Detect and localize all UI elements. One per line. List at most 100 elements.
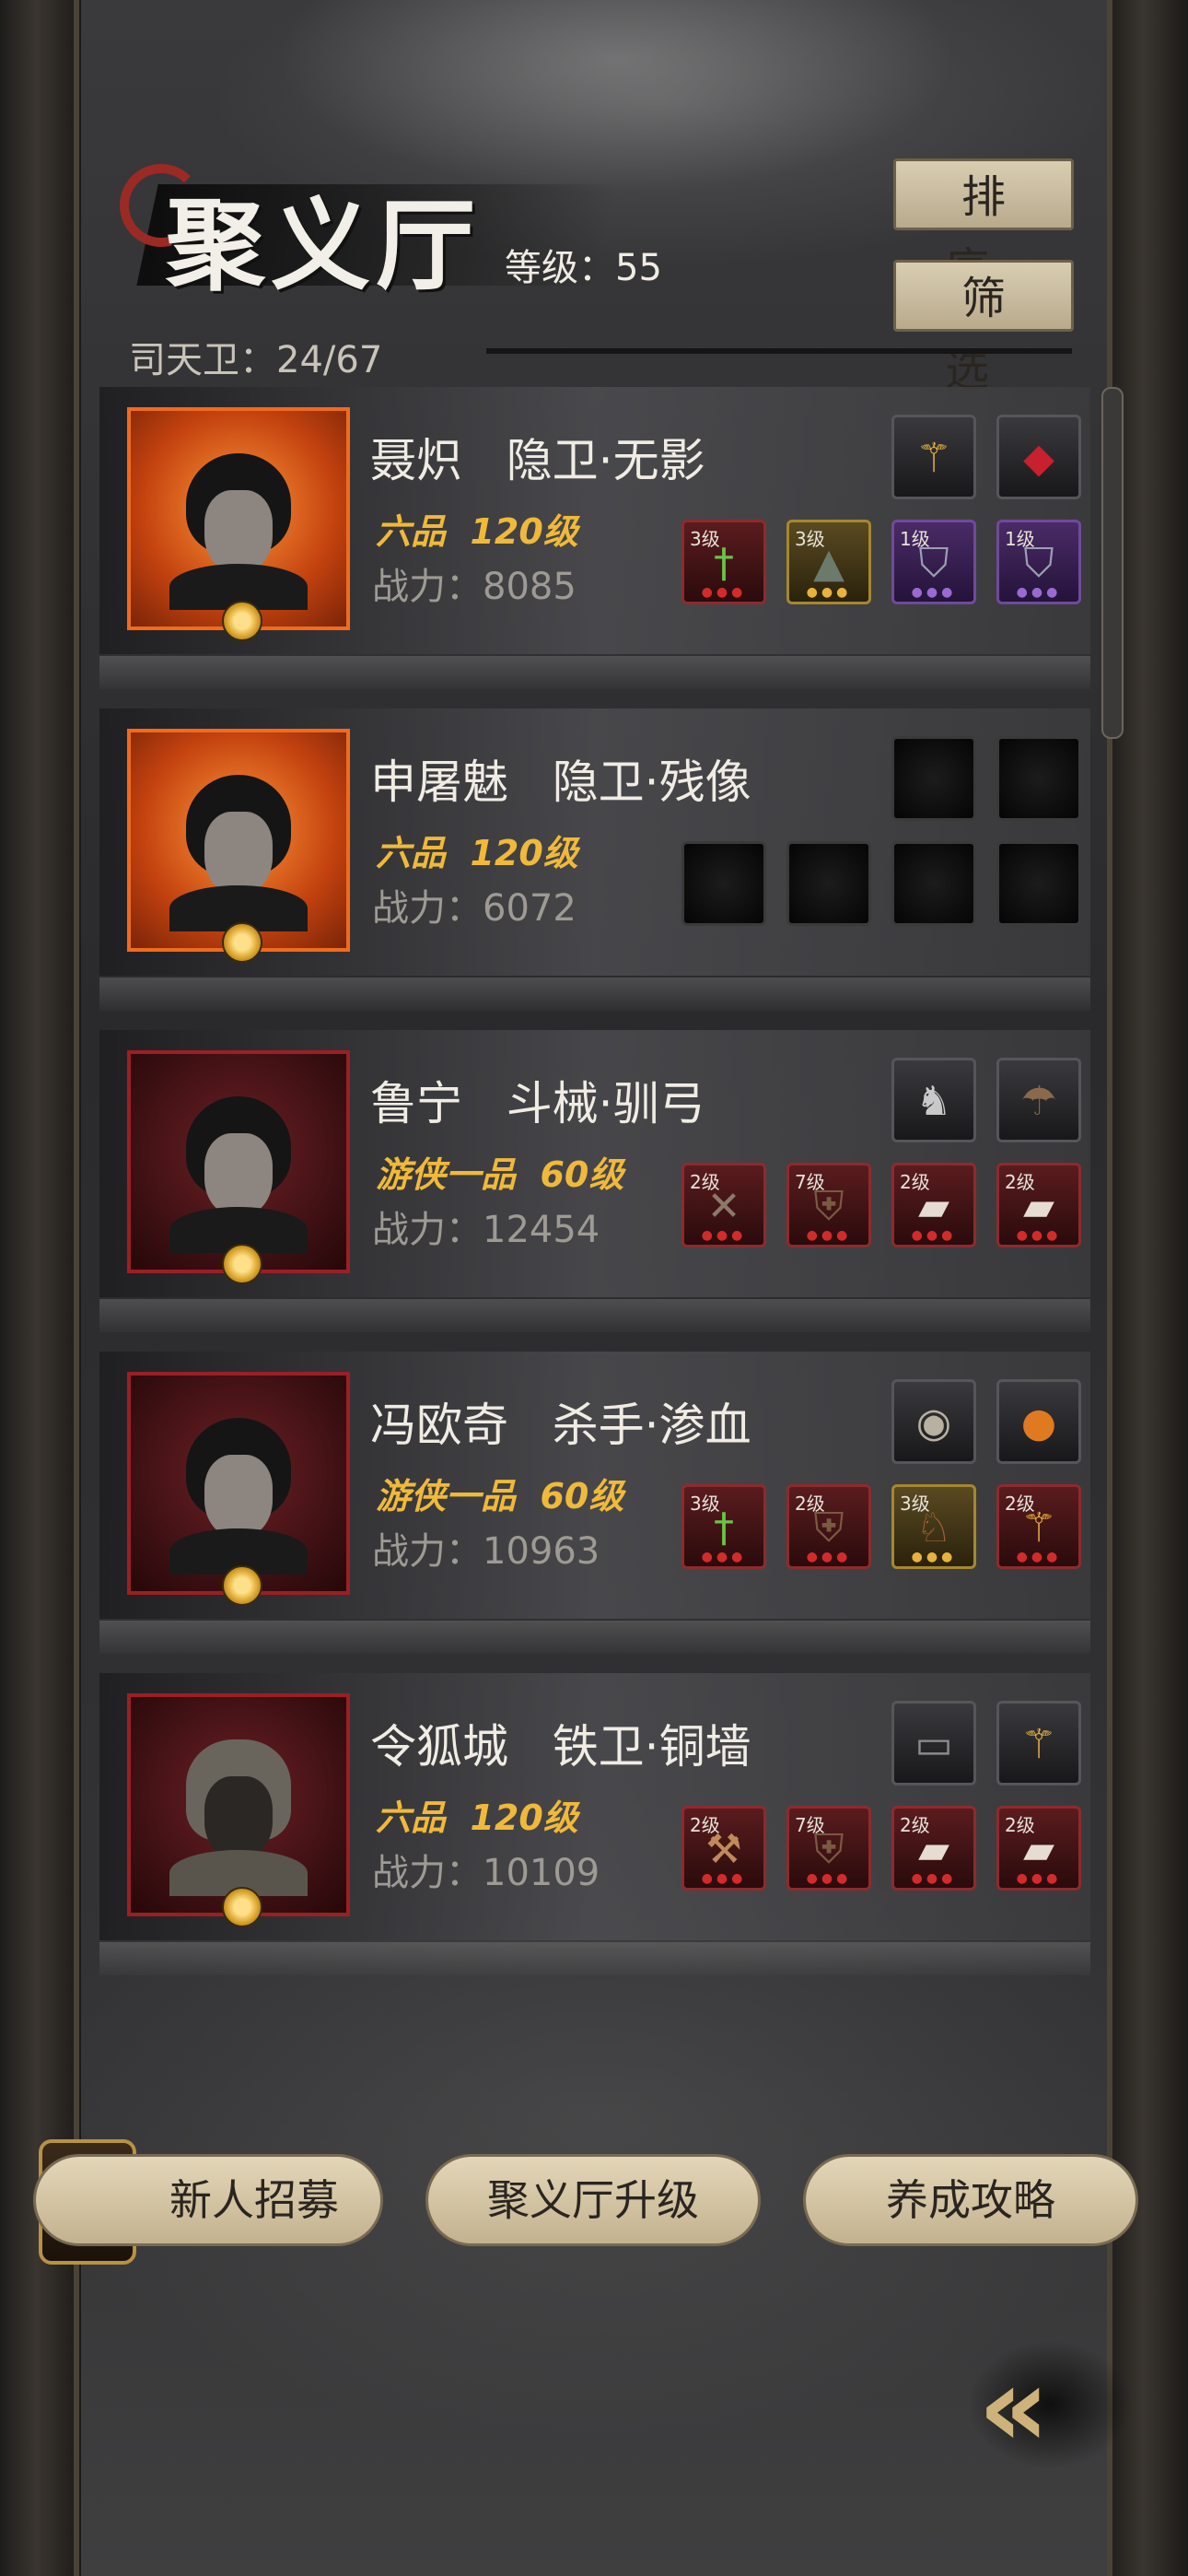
accessory-slot[interactable]: ⚚ xyxy=(996,1701,1081,1786)
crossbow-icon: ✕ xyxy=(706,1182,741,1230)
hero-name-line: 鲁宁 斗械·驯弓 xyxy=(370,1067,705,1133)
empty-equipment-slot[interactable] xyxy=(786,841,871,926)
accessory-slot[interactable]: ● xyxy=(996,1379,1081,1464)
armor-icon: ⛨ xyxy=(813,1504,844,1551)
hero-rank-line: 六品 120级 xyxy=(376,825,578,875)
hero-portrait[interactable] xyxy=(127,1372,350,1595)
star-dots-icon: ●●● xyxy=(1016,1228,1062,1243)
hall-level: 等级：55 xyxy=(505,247,662,289)
hero-rank: 六品 xyxy=(376,1797,447,1838)
card-separator xyxy=(99,1299,1090,1332)
accessory-slot[interactable]: ▭ xyxy=(891,1701,976,1786)
equipment-slot[interactable]: 2级 ✕ ●●● xyxy=(681,1163,766,1247)
hero-rank: 六品 xyxy=(376,833,447,873)
guide-button[interactable]: 养成攻略 xyxy=(803,2154,1138,2246)
hero-card[interactable]: 鲁宁 斗械·驯弓 游侠一品 60级 战力：12454 ♞ ☂ 2级 ✕ ●●● 7级 ⛨ ●●… xyxy=(99,1030,1090,1334)
golden-spear-icon: ⚚ xyxy=(915,434,952,482)
dagger-icon: † xyxy=(714,1504,734,1551)
guard-count: 司天卫：24/67 xyxy=(129,339,383,381)
accessory-slot[interactable]: ♞ xyxy=(891,1058,976,1142)
hero-level: 120级 xyxy=(470,1797,578,1838)
hero-name-line: 令狐城 铁卫·铜墙 xyxy=(370,1710,751,1776)
avatar xyxy=(169,775,308,932)
equipment-slot[interactable]: 2级 ▰ ●●● xyxy=(891,1806,976,1891)
equipment-slot[interactable]: 3级 ♘ ●●● xyxy=(891,1484,976,1569)
card-separator xyxy=(99,978,1090,1011)
amber-gem-icon: ● xyxy=(1020,1399,1057,1446)
empty-equipment-slot[interactable] xyxy=(891,841,976,926)
equipment-slot[interactable]: 2级 ⚒ ●●● xyxy=(681,1806,766,1891)
hero-card[interactable]: 申屠魅 隐卫·残像 六品 120级 战力：6072 xyxy=(99,708,1090,1013)
stone-lion-icon: ♞ xyxy=(915,1077,952,1125)
hero-power: 战力：8085 xyxy=(372,566,577,608)
hero-power: 战力：12454 xyxy=(372,1209,600,1251)
equipment-slot[interactable]: 7级 ⛨ ●●● xyxy=(786,1806,871,1891)
hero-name-line: 聂炽 隐卫·无影 xyxy=(370,424,705,490)
hero-portrait[interactable] xyxy=(127,407,350,630)
star-dots-icon: ●●● xyxy=(1016,1550,1062,1564)
equipment-slot[interactable]: 2级 ▰ ●●● xyxy=(891,1163,976,1247)
empty-accessory-slot[interactable] xyxy=(891,736,976,821)
star-dots-icon: ●●● xyxy=(806,1871,852,1886)
hero-power: 战力：10963 xyxy=(372,1530,600,1573)
hero-name: 令狐城 xyxy=(370,1720,508,1774)
page-title: 聚义厅 xyxy=(166,188,482,304)
hero-name-line: 申屠魅 隐卫·残像 xyxy=(370,745,751,812)
equipment-slot[interactable]: 3级 † ●●● xyxy=(681,520,766,604)
star-dots-icon: ●●● xyxy=(806,1550,852,1564)
star-dots-icon: ●●● xyxy=(701,585,747,600)
mushroom-icon: ☂ xyxy=(1020,1077,1057,1125)
sort-button[interactable]: 排序 xyxy=(893,158,1074,295)
hero-portrait[interactable] xyxy=(127,729,350,952)
hero-rank-line: 游侠一品 60级 xyxy=(376,1468,623,1518)
star-dots-icon: ●●● xyxy=(1016,1871,1062,1886)
hero-card[interactable]: 聂炽 隐卫·无影 六品 120级 战力：8085 ⚚ ◆ 3级 † ●●● 3级 ▲ ●●● 1… xyxy=(99,387,1090,691)
accessory-slot[interactable]: ⚚ xyxy=(891,415,976,499)
boots-icon: ▰ xyxy=(1023,1825,1054,1873)
hero-name: 冯欧奇 xyxy=(370,1399,508,1452)
hero-name: 鲁宁 xyxy=(370,1077,462,1130)
hero-level: 60级 xyxy=(540,1154,624,1195)
back-button[interactable]: « xyxy=(967,2340,1133,2472)
equipment-slot[interactable]: 1级 ⛉ ●●● xyxy=(891,520,976,604)
hero-power: 战力：10109 xyxy=(372,1852,600,1894)
hero-name: 申屠魅 xyxy=(370,755,508,809)
empty-equipment-slot[interactable] xyxy=(996,841,1081,926)
accessory-slot[interactable]: ◆ xyxy=(996,415,1081,499)
recruit-button[interactable]: 新人招募 xyxy=(33,2154,383,2246)
card-separator xyxy=(99,1942,1090,1975)
swirl-icon xyxy=(222,601,262,641)
equipment-slot[interactable]: 3级 ▲ ●●● xyxy=(786,520,871,604)
equipment-slot[interactable]: 2级 ⚚ ●●● xyxy=(996,1484,1081,1569)
hero-card[interactable]: 令狐城 铁卫·铜墙 六品 120级 战力：10109 ▭ ⚚ 2级 ⚒ ●●● 7级 ⛨ ●●… xyxy=(99,1673,1090,1977)
hero-title: 隐卫·无影 xyxy=(506,434,705,487)
star-dots-icon: ●●● xyxy=(806,1228,852,1243)
star-dots-icon: ●●● xyxy=(911,1550,957,1564)
hero-name: 聂炽 xyxy=(370,434,462,487)
hero-title: 铁卫·铜墙 xyxy=(552,1720,751,1774)
empty-equipment-slot[interactable] xyxy=(681,841,766,926)
hero-card[interactable]: 冯欧奇 杀手·渗血 游侠一品 60级 战力：10963 ◉ ● 3级 † ●●● 2级 ⛨ ●… xyxy=(99,1352,1090,1656)
accessory-slot[interactable]: ☂ xyxy=(996,1058,1081,1142)
equipment-slot[interactable]: 1级 ⛉ ●●● xyxy=(996,520,1081,604)
filter-button[interactable]: 筛选 xyxy=(893,260,1074,396)
card-separator xyxy=(99,1621,1090,1654)
header-divider xyxy=(486,348,1072,354)
equipment-slot[interactable]: 7级 ⛨ ●●● xyxy=(786,1163,871,1247)
equipment-slot[interactable]: 2级 ▰ ●●● xyxy=(996,1163,1081,1247)
golden-spear-icon: ⚚ xyxy=(1020,1504,1057,1551)
empty-accessory-slot[interactable] xyxy=(996,736,1081,821)
horse-icon: ♘ xyxy=(915,1504,952,1551)
list-scrollbar[interactable] xyxy=(1101,387,1124,739)
swirl-icon xyxy=(222,1565,262,1606)
accessory-slot[interactable]: ◉ xyxy=(891,1379,976,1464)
hero-portrait[interactable] xyxy=(127,1693,350,1916)
equipment-slot[interactable]: 2级 ▰ ●●● xyxy=(996,1806,1081,1891)
hero-list[interactable]: 聂炽 隐卫·无影 六品 120级 战力：8085 ⚚ ◆ 3级 † ●●● 3级 ▲ ●●● 1… xyxy=(99,387,1094,2008)
equipment-slot[interactable]: 2级 ⛨ ●●● xyxy=(786,1484,871,1569)
double-chevron-left-icon: « xyxy=(978,2344,1049,2472)
helmet-icon: ⛉ xyxy=(918,539,949,587)
hall-upgrade-button[interactable]: 聚义厅升级 xyxy=(425,2154,761,2246)
hero-portrait[interactable] xyxy=(127,1050,350,1273)
equipment-slot[interactable]: 3级 † ●●● xyxy=(681,1484,766,1569)
